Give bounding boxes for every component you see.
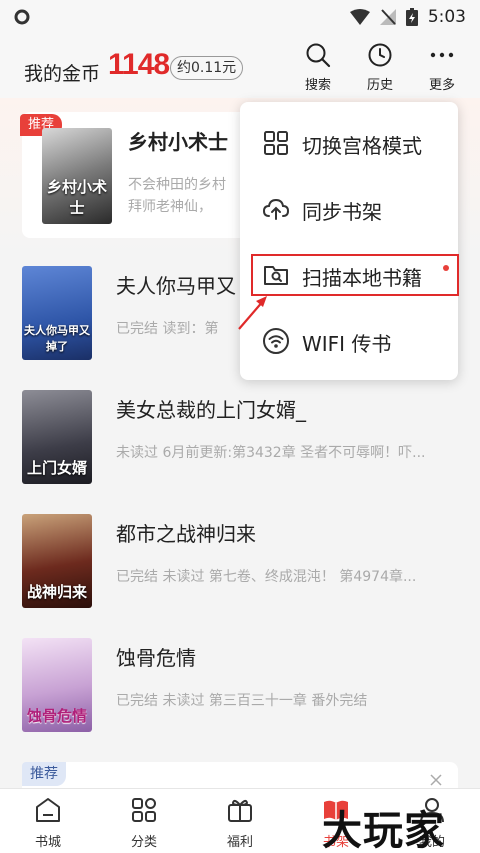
coin-approx-badge: 约0.11元 — [170, 56, 244, 80]
book-title: 美女总裁的上门女婿_ — [116, 398, 306, 422]
category-icon — [132, 798, 156, 822]
nav-label: 书城 — [34, 835, 61, 850]
cover-title: 蚀骨危情 — [26, 707, 87, 725]
book-title: 蚀骨危情 — [116, 646, 196, 670]
clock-icon — [368, 43, 392, 67]
book-cover[interactable]: 战神归来 — [22, 514, 92, 608]
cover-title: 上门女婿 — [26, 459, 87, 477]
menu-item-label: 同步书架 — [302, 200, 382, 224]
battery-icon — [405, 8, 418, 26]
wifi-signal-icon — [349, 9, 370, 25]
book-list-item[interactable]: 上门女婿 美女总裁的上门女婿_ 未读过 6月前更新:第3432章 圣者不可辱啊！… — [0, 378, 480, 502]
book-meta: 已完结 未读过 第三百三十一章 番外完结 — [116, 693, 368, 709]
cloud-upload-icon — [262, 198, 290, 220]
nav-item-category[interactable]: 分类 — [114, 795, 174, 850]
coin-value[interactable]: 1148 — [108, 48, 170, 82]
highlight-annotation-box — [251, 254, 459, 296]
cover-title: 乡村小术士 — [46, 178, 107, 217]
coin-label: 我的金币 — [24, 63, 101, 85]
search-button[interactable]: 搜索 — [296, 42, 340, 93]
new-indicator-dot — [443, 265, 449, 271]
book-meta: 已完结 未读过 第七卷、终成混沌！ 第4974章... — [116, 569, 417, 585]
more-dots-icon — [430, 52, 454, 58]
menu-item-label: WIFI 传书 — [302, 332, 392, 356]
book-meta: 未读过 6月前更新:第3432章 圣者不可辱啊！吓... — [116, 445, 426, 461]
gift-icon — [228, 799, 252, 822]
menu-item-wifi-transfer[interactable]: WIFI 传书 — [240, 308, 458, 374]
cell-signal-icon — [379, 9, 396, 25]
cover-title: 夫人你马甲又掉了 — [24, 324, 90, 353]
recommend-badge: 推荐 — [22, 762, 66, 786]
status-right: 5:03 — [349, 7, 466, 27]
book-list-item[interactable]: 战神归来 都市之战神归来 已完结 未读过 第七卷、终成混沌！ 第4974章... — [0, 502, 480, 626]
status-bar: 5:03 — [0, 0, 480, 34]
watermark-logo: 大玩家 — [322, 808, 445, 853]
close-icon[interactable] — [430, 774, 442, 786]
status-left — [14, 9, 30, 25]
notification-icon — [14, 9, 30, 25]
grid-icon — [264, 131, 288, 155]
book-cover[interactable]: 上门女婿 — [22, 390, 92, 484]
nav-item-welfare[interactable]: 福利 — [210, 795, 270, 850]
nav-label: 福利 — [226, 835, 253, 850]
status-time: 5:03 — [427, 7, 466, 27]
more-button[interactable]: 更多 — [420, 42, 464, 93]
menu-item-grid-mode[interactable]: 切换宫格模式 — [240, 110, 458, 176]
recommend-title[interactable]: 乡村小术士 — [128, 126, 228, 155]
nav-label: 分类 — [130, 835, 157, 850]
book-cover[interactable]: 乡村小术士 — [42, 128, 112, 224]
bottom-recommend-card[interactable]: 推荐 — [22, 762, 458, 788]
search-label: 搜索 — [304, 78, 331, 93]
search-icon — [306, 43, 331, 68]
menu-item-sync-shelf[interactable]: 同步书架 — [240, 176, 458, 242]
header: 我的金币 1148 约0.11元 搜索 历史 更多 — [0, 34, 480, 98]
history-label: 历史 — [366, 78, 393, 93]
nav-item-store[interactable]: 书城 — [18, 795, 78, 850]
book-cover[interactable]: 蚀骨危情 — [22, 638, 92, 732]
book-title: 都市之战神归来 — [116, 522, 256, 546]
more-dropdown-menu: 切换宫格模式 同步书架 扫描本地书籍 WIFI 传书 — [240, 102, 458, 380]
book-title: 夫人你马甲又 — [116, 274, 236, 298]
cover-title: 战神归来 — [26, 583, 87, 601]
menu-item-label: 切换宫格模式 — [302, 134, 422, 158]
arrow-annotation-icon — [238, 296, 267, 330]
book-cover[interactable]: 夫人你马甲又掉了 — [22, 266, 92, 360]
store-icon — [36, 798, 60, 822]
more-label: 更多 — [428, 78, 455, 93]
book-list-item[interactable]: 蚀骨危情 蚀骨危情 已完结 未读过 第三百三十一章 番外完结 — [0, 626, 480, 750]
history-button[interactable]: 历史 — [358, 42, 402, 93]
